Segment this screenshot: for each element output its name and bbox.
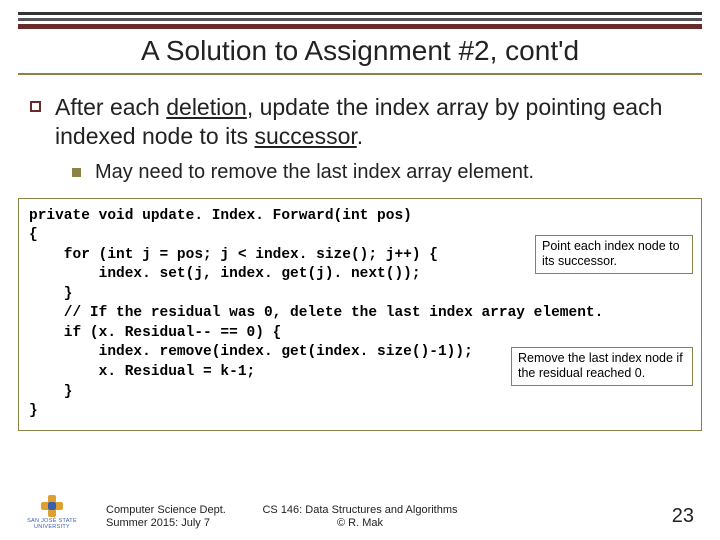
rule-accent	[18, 24, 702, 29]
rule	[18, 18, 702, 21]
page-title: A Solution to Assignment #2, cont'd	[141, 35, 579, 66]
bullet2-text: May need to remove the last index array …	[95, 161, 534, 184]
logo-text: UNIVERSITY	[24, 525, 80, 531]
rule	[18, 12, 702, 15]
bullet-level2: May need to remove the last index array …	[72, 161, 690, 184]
bullet-level1: After each deletion, update the index ar…	[30, 93, 690, 151]
university-logo: SAN JOSÉ STATE UNIVERSITY	[24, 495, 80, 530]
callout-note: Remove the last index node if the residu…	[511, 347, 693, 386]
footer-left: Computer Science Dept. Summer 2015: July…	[106, 504, 226, 530]
logo-icon	[41, 495, 63, 517]
footer-line: Computer Science Dept.	[106, 504, 226, 517]
body: After each deletion, update the index ar…	[0, 75, 720, 184]
footer: SAN JOSÉ STATE UNIVERSITY Computer Scien…	[0, 495, 720, 530]
code-line: }	[29, 402, 691, 422]
code-line: }	[29, 285, 691, 305]
title-wrap: A Solution to Assignment #2, cont'd	[0, 35, 720, 67]
bullet-filled-square-icon	[72, 168, 81, 177]
code-line: private void update. Index. Forward(int …	[29, 207, 691, 227]
top-rules	[0, 0, 720, 29]
footer-line: CS 146: Data Structures and Algorithms	[262, 504, 457, 517]
t-underline: deletion	[166, 94, 247, 120]
t: .	[357, 123, 363, 149]
code-box: private void update. Index. Forward(int …	[18, 198, 702, 431]
footer-line: © R. Mak	[262, 517, 457, 530]
bullet-open-square-icon	[30, 101, 41, 112]
t-underline: successor	[254, 123, 356, 149]
footer-center: CS 146: Data Structures and Algorithms ©…	[262, 504, 457, 530]
callout-note: Point each index node to its successor.	[535, 235, 693, 274]
slide: A Solution to Assignment #2, cont'd Afte…	[0, 0, 720, 540]
bullet1-text: After each deletion, update the index ar…	[55, 93, 690, 151]
t: After each	[55, 94, 166, 120]
code-line: // If the residual was 0, delete the las…	[29, 304, 691, 324]
footer-line: Summer 2015: July 7	[106, 517, 226, 530]
code-line: if (x. Residual-- == 0) {	[29, 324, 691, 344]
page-number: 23	[672, 505, 694, 528]
